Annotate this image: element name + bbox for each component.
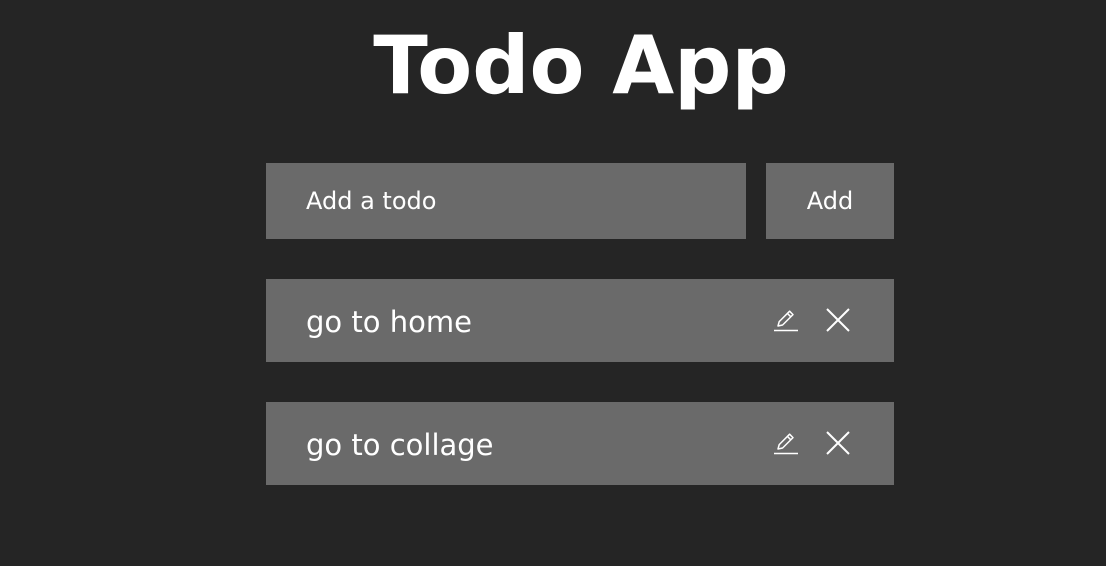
todo-text: go to home [306,305,472,339]
add-todo-form: Add [266,163,894,239]
add-button[interactable]: Add [766,163,894,239]
page-title: Todo App [373,19,789,112]
edit-todo-button[interactable] [771,305,801,335]
close-icon [826,431,850,455]
todo-item: go to home [266,279,894,362]
todo-text: go to collage [306,428,494,462]
delete-todo-button[interactable] [823,428,853,458]
pencil-icon [774,310,798,332]
todo-app: Todo App Add go to home go to collage [0,0,1106,566]
close-icon [826,308,850,332]
todo-item: go to collage [266,402,894,485]
pencil-icon [774,433,798,455]
delete-todo-button[interactable] [823,305,853,335]
todo-list: go to home go to collage [266,279,894,525]
todo-input[interactable] [266,163,746,239]
edit-todo-button[interactable] [771,428,801,458]
